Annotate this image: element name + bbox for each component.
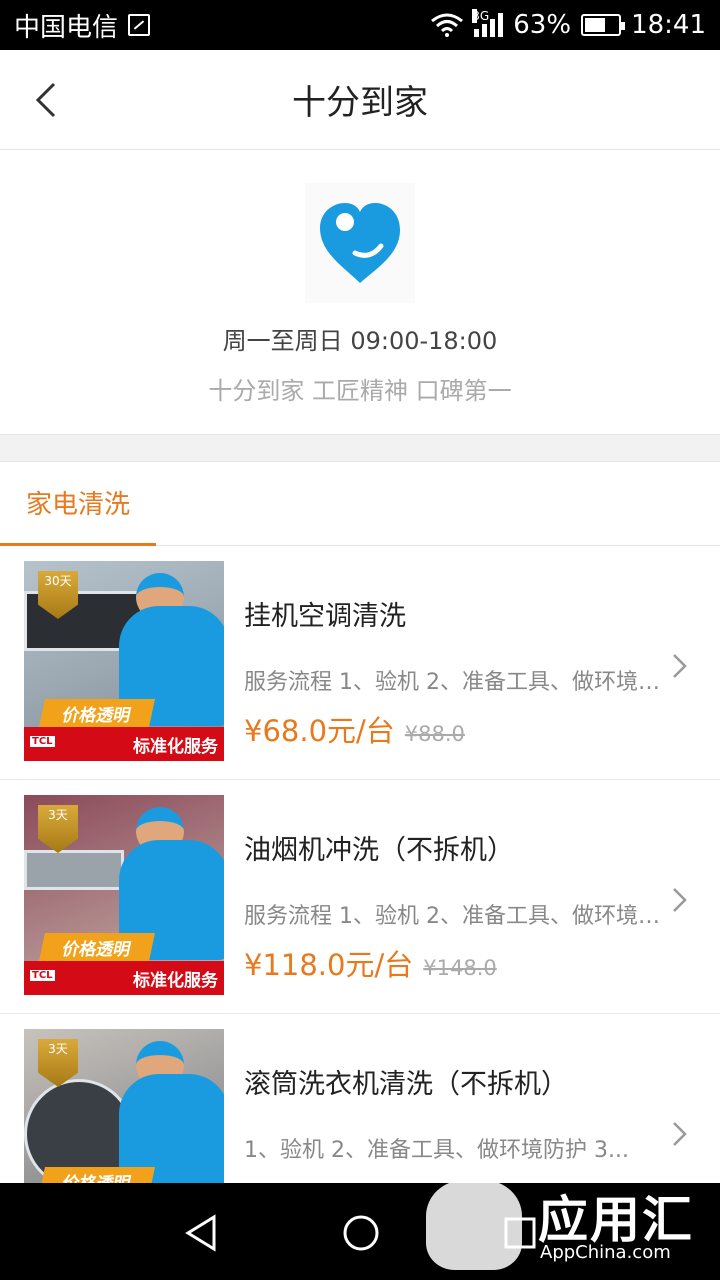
thumb-footer: TCL 标准化服务 [24, 961, 224, 995]
price: ¥68.0元/台 [244, 714, 395, 748]
watermark: 应用汇 AppChina.com [420, 1150, 720, 1280]
tcl-logo-icon: TCL [30, 736, 55, 747]
range-hood-image [24, 850, 124, 890]
sim-icon [128, 14, 151, 36]
wifi-icon [430, 13, 464, 37]
carrier-label: 中国电信 [14, 12, 119, 43]
service-title: 挂机空调清洗 [244, 601, 406, 632]
tcl-logo-icon: TCL [30, 970, 55, 981]
status-right: 3G 63% 18:41 [430, 9, 706, 40]
status-bar: 中国电信 3G 63% 18:41 [0, 0, 720, 50]
battery-percent: 63% [513, 10, 572, 40]
service-desc: 服务流程 1、验机 2、准备工具、做环境防护 [244, 904, 660, 929]
service-list: 30天 价格透明 TCL 标准化服务 挂机空调清洗 服务流程 1、验机 2、准备工… [0, 546, 720, 1248]
service-thumbnail: 3天 价格透明 TCL 标准化服务 [24, 795, 224, 995]
service-title: 滚筒洗衣机清洗（不拆机） [244, 1069, 568, 1100]
chevron-right-icon [673, 1122, 687, 1146]
thumb-footer-text: 标准化服务 [133, 970, 218, 991]
back-triangle-icon[interactable] [182, 1213, 222, 1253]
home-circle-icon[interactable] [341, 1213, 381, 1253]
tab-appliance-cleaning[interactable]: 家电清洗 [0, 462, 156, 546]
back-arrow-icon [35, 82, 56, 118]
service-title: 油烟机冲洗（不拆机） [244, 835, 514, 866]
service-thumbnail: 30天 价格透明 TCL 标准化服务 [24, 561, 224, 761]
service-desc: 服务流程 1、验机 2、准备工具、做环境防护 [244, 670, 660, 695]
section-divider [0, 434, 720, 462]
thumb-ribbon: 价格透明 [39, 699, 155, 727]
chevron-right-icon [673, 888, 687, 912]
clock: 18:41 [631, 10, 706, 40]
chevron-right-icon [673, 654, 687, 678]
shop-logo [305, 183, 415, 303]
shop-slogan: 十分到家 工匠精神 口碑第一 [208, 377, 512, 405]
price-row: ¥68.0元/台 ¥88.0 [244, 708, 465, 750]
battery-icon [581, 14, 626, 36]
original-price: ¥88.0 [404, 722, 465, 746]
heart-logo-icon [320, 203, 400, 283]
original-price: ¥148.0 [423, 956, 497, 980]
thumb-footer: TCL 标准化服务 [24, 727, 224, 761]
nav-bar: 十分到家 [0, 50, 720, 150]
watermark-logo-icon [426, 1180, 522, 1270]
shop-header: 周一至周日 09:00-18:00 十分到家 工匠精神 口碑第一 [0, 151, 720, 434]
price-row: ¥118.0元/台 ¥148.0 [244, 942, 497, 984]
status-left: 中国电信 [14, 7, 151, 44]
service-item[interactable]: 3天 价格透明 TCL 标准化服务 油烟机冲洗（不拆机） 服务流程 1、验机 2、… [0, 780, 720, 1014]
business-hours: 周一至周日 09:00-18:00 [222, 327, 498, 355]
page-title: 十分到家 [292, 83, 428, 123]
price: ¥118.0元/台 [244, 948, 414, 982]
back-button[interactable] [22, 76, 70, 124]
category-tabs: 家电清洗 [0, 462, 720, 546]
thumb-footer-text: 标准化服务 [133, 736, 218, 757]
thumb-ribbon: 价格透明 [39, 933, 155, 961]
network-type: 3G [472, 9, 490, 23]
signal-icon: 3G [472, 9, 504, 37]
watermark-subtext: AppChina.com [540, 1242, 671, 1263]
service-item[interactable]: 30天 价格透明 TCL 标准化服务 挂机空调清洗 服务流程 1、验机 2、准备工… [0, 546, 720, 780]
